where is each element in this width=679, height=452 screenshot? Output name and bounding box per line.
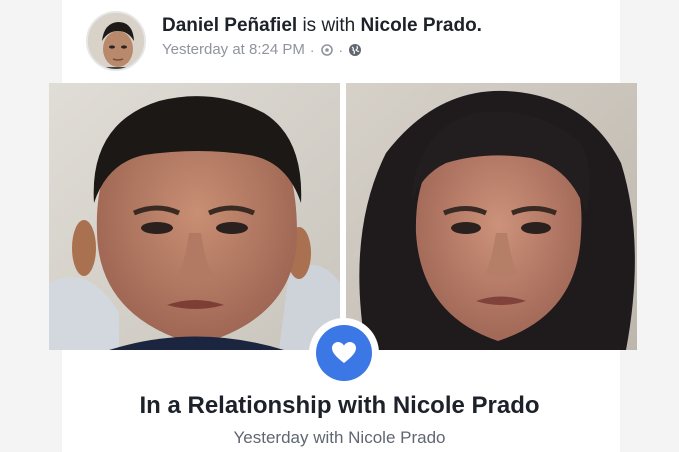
post-meta: Yesterday at 8:24 PM · · [162, 41, 362, 58]
heart-icon [316, 325, 372, 381]
girl-portrait-photo[interactable] [346, 83, 637, 350]
globe-icon[interactable] [348, 43, 362, 57]
separator-2: · [338, 41, 344, 58]
life-event-title: In a Relationship with Nicole Prado [139, 392, 540, 419]
author-avatar[interactable] [86, 11, 146, 71]
post-timestamp[interactable]: Yesterday at 8:24 PM [162, 41, 305, 58]
life-event-subtitle: Yesterday with Nicole Prado [233, 428, 446, 447]
post-header: Daniel Peñafiel is with Nicole Prado. [162, 15, 482, 37]
with-text: is with [302, 15, 356, 36]
settings-icon [320, 43, 334, 57]
separator: · [309, 41, 315, 58]
boy-portrait-photo[interactable] [49, 83, 340, 350]
life-event-badge [309, 318, 379, 388]
tagged-person-link[interactable]: Nicole Prado. [361, 15, 482, 36]
author-name-link[interactable]: Daniel Peñafiel [162, 15, 297, 36]
